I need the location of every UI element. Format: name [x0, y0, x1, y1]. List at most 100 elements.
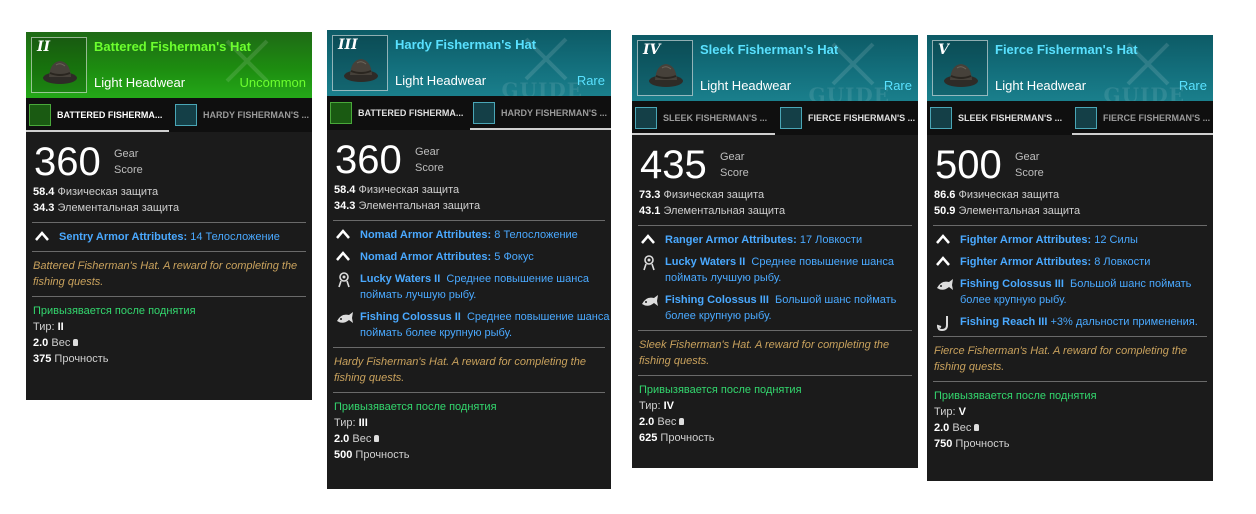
tier-roman: II: [37, 39, 51, 55]
gear-score: 500 Gear Score: [927, 143, 1213, 187]
perk-row: Fishing Colossus II Среднее повышение ша…: [327, 309, 611, 341]
item-tooltip-battered-hat: II Battered Fisherman's Hat Light Headwe…: [26, 32, 312, 400]
tooltip-header: GUIDE IV Sleek Fisherman's Hat Light Hea…: [632, 35, 918, 101]
chevron-up-icon: [936, 256, 950, 266]
perk-row: Lucky Waters II Среднее повышение шанса …: [327, 271, 611, 303]
gear-label: Gear: [415, 146, 440, 158]
weight-icon: [679, 418, 685, 425]
tab-hardy-fisherman[interactable]: HARDY FISHERMAN'S ...: [172, 98, 312, 132]
hat-thumbnail-icon: [175, 104, 197, 126]
item-name: Hardy Fisherman's Hat: [395, 37, 537, 52]
hook-icon: [936, 316, 948, 332]
fish-icon: [937, 279, 953, 290]
fish-icon: [337, 312, 353, 323]
tab-battered-fisherman[interactable]: BATTERED FISHERMA...: [327, 96, 468, 130]
gear-score-value: 360: [335, 138, 402, 182]
score-label: Score: [415, 162, 444, 174]
perk-row: Lucky Waters II Среднее повышение шанса …: [632, 254, 918, 286]
item-rarity: Rare: [1178, 78, 1207, 93]
fisherman-hat-icon: [649, 64, 683, 87]
physical-defense: 86.6 Физическая защита: [934, 189, 1060, 201]
item-icon-frame: V: [932, 40, 988, 96]
tab-sleek-fisherman[interactable]: SLEEK FISHERMAN'S ...: [927, 101, 1070, 135]
item-tooltip-fierce-hat: GUIDE V Fierce Fisherman's Hat Light Hea…: [927, 35, 1213, 481]
weight-icon: [374, 435, 380, 442]
bind-status: Привызявается после поднятия: [934, 390, 1097, 402]
durability-row: 625 Прочность: [639, 432, 715, 444]
physical-defense: 58.4 Физическая защита: [334, 184, 460, 196]
hat-thumbnail-icon: [635, 107, 657, 129]
item-icon-frame: II: [31, 37, 87, 93]
flavor-text: Battered Fisherman's Hat. A reward for c…: [33, 260, 298, 288]
tab-sleek-fisherman[interactable]: SLEEK FISHERMAN'S ...: [632, 101, 775, 135]
durability-row: 375 Прочность: [33, 353, 109, 365]
fisherman-hat-icon: [43, 61, 77, 84]
attribute-row: Fighter Armor Attributes: 8 Ловкости: [927, 254, 1213, 270]
flavor-text: Fierce Fisherman's Hat. A reward for com…: [934, 345, 1188, 373]
tier-row: Тир: IV: [639, 400, 675, 412]
score-label: Score: [720, 167, 749, 179]
tier-roman: V: [938, 42, 949, 58]
perk-row: Fishing Colossus III Большой шанс поймат…: [927, 276, 1213, 308]
fisherman-hat-icon: [344, 59, 378, 82]
chevron-up-icon: [936, 234, 950, 244]
tab-hardy-fisherman[interactable]: HARDY FISHERMAN'S ...: [470, 96, 611, 130]
weight-row: 2.0 Вес: [632, 414, 918, 430]
tab-fierce-fisherman[interactable]: FIERCE FISHERMAN'S ...: [1072, 101, 1213, 135]
weight-row: 2.0 Вес: [927, 420, 1213, 436]
gear-label: Gear: [1015, 151, 1040, 163]
item-name: Battered Fisherman's Hat: [94, 39, 251, 54]
attribute-row: Fighter Armor Attributes: 12 Силы: [927, 232, 1213, 248]
hat-thumbnail-icon: [1075, 107, 1097, 129]
perk-row: Fishing Reach III +3% дальности применен…: [927, 314, 1213, 332]
attribute-row: Nomad Armor Attributes: 8 Телосложение: [327, 227, 611, 243]
physical-defense: 73.3 Физическая защита: [639, 189, 765, 201]
comparison-tabs: SLEEK FISHERMAN'S ... FIERCE FISHERMAN'S…: [927, 101, 1213, 135]
clover-icon: [338, 272, 350, 288]
item-tooltip-sleek-hat: GUIDE IV Sleek Fisherman's Hat Light Hea…: [632, 35, 918, 468]
item-name: Fierce Fisherman's Hat: [995, 42, 1138, 57]
chevron-up-icon: [35, 231, 49, 241]
tab-battered-fisherman[interactable]: BATTERED FISHERMA...: [26, 98, 169, 132]
weight-icon: [73, 339, 79, 346]
gear-score: 360 Gear Score: [26, 140, 312, 184]
gear-score-value: 435: [640, 143, 707, 187]
divider: [333, 220, 605, 221]
hat-thumbnail-icon: [473, 102, 495, 124]
item-type: Light Headwear: [700, 78, 792, 93]
score-label: Score: [114, 164, 143, 176]
elemental-defense: 34.3 Элементальная защита: [33, 202, 180, 214]
elemental-defense: 43.1 Элементальная защита: [639, 205, 786, 217]
elemental-defense: 34.3 Элементальная защита: [334, 200, 481, 212]
item-name: Sleek Fisherman's Hat: [700, 42, 839, 57]
clover-icon: [643, 255, 655, 271]
divider: [933, 225, 1207, 226]
hat-thumbnail-icon: [330, 102, 352, 124]
bind-status: Привызявается после поднятия: [334, 401, 497, 413]
item-rarity: Rare: [576, 73, 605, 88]
fisherman-hat-icon: [944, 64, 978, 87]
fish-icon: [642, 295, 658, 306]
tooltip-header: GUIDE V Fierce Fisherman's Hat Light Hea…: [927, 35, 1213, 101]
tier-row: Тир: II: [33, 321, 64, 333]
chevron-up-icon: [336, 229, 350, 239]
gear-label: Gear: [720, 151, 745, 163]
tier-row: Тир: V: [934, 406, 966, 418]
gear-score-value: 500: [935, 143, 1002, 187]
comparison-tabs: BATTERED FISHERMA... HARDY FISHERMAN'S .…: [327, 96, 611, 130]
item-tooltip-hardy-hat: GUIDE III Hardy Fisherman's Hat Light He…: [327, 30, 611, 489]
tier-row: Тир: III: [334, 417, 368, 429]
item-rarity: Rare: [883, 78, 912, 93]
gear-score-value: 360: [34, 140, 101, 184]
watermark: GUIDE: [1103, 83, 1185, 101]
attribute-row: Nomad Armor Attributes: 5 Фокус: [327, 249, 611, 265]
divider: [333, 347, 605, 348]
hat-thumbnail-icon: [930, 107, 952, 129]
tab-fierce-fisherman[interactable]: FIERCE FISHERMAN'S ...: [777, 101, 918, 135]
item-icon-frame: III: [332, 35, 388, 91]
divider: [933, 381, 1207, 382]
chevron-up-icon: [641, 234, 655, 244]
weight-row: 2.0 Вес: [327, 431, 611, 447]
attribute-row: Ranger Armor Attributes: 17 Ловкости: [632, 232, 918, 248]
physical-defense: 58.4 Физическая защита: [33, 186, 159, 198]
